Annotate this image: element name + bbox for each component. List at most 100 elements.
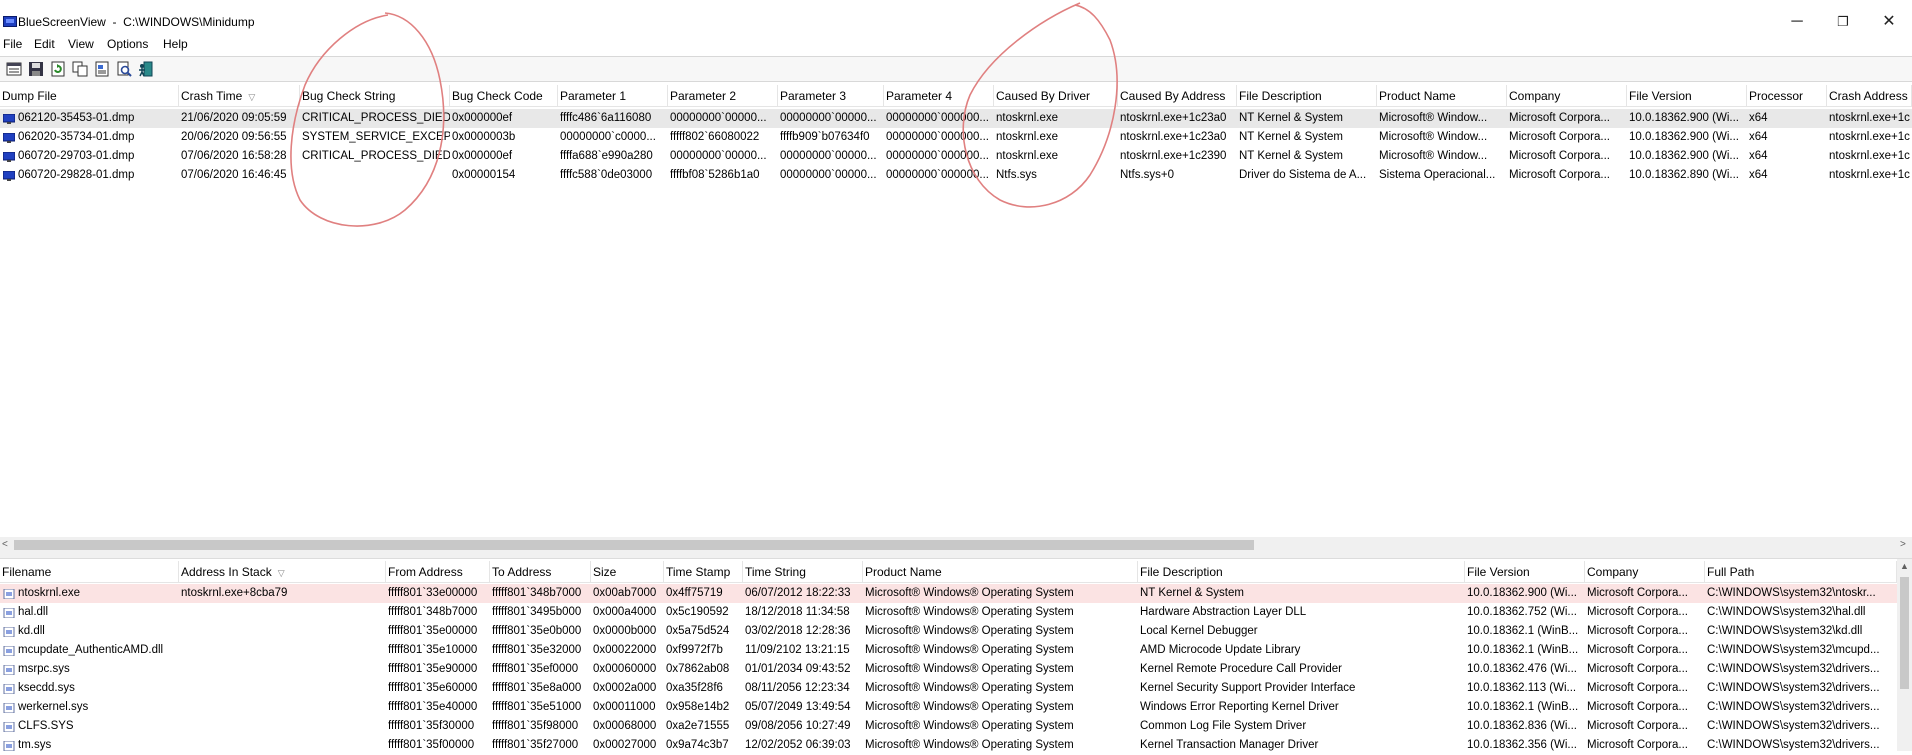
cell-file-version: 10.0.18362.1 (WinB... [1467, 701, 1579, 713]
cell-file-version: 10.0.18362.836 (Wi... [1467, 720, 1577, 732]
column-header-product-name[interactable]: Product Name [1377, 85, 1507, 107]
column-header-file-description[interactable]: File Description [1138, 561, 1465, 583]
pane-splitter[interactable] [0, 553, 1912, 559]
column-header-processor[interactable]: Processor [1747, 85, 1827, 107]
cell-parameter-2: fffff802`66080022 [670, 131, 760, 143]
bluescreenview-app-icon [3, 16, 17, 27]
save-icon[interactable] [28, 61, 44, 77]
column-header-crash-time[interactable]: Crash Time ▽ [179, 85, 300, 107]
driver-row[interactable]: mcupdate_AuthenticAMD.dll fffff801`35e100… [0, 641, 1912, 660]
column-header-file-version[interactable]: File Version [1465, 561, 1585, 583]
cell-product-name: Microsoft® Window... [1379, 131, 1488, 143]
copy-icon[interactable] [72, 61, 88, 77]
column-header-dump-file[interactable]: Dump File [0, 85, 179, 107]
driver-list-vertical-scrollbar[interactable]: ▲ [1897, 559, 1912, 751]
crash-dump-row[interactable]: 062020-35734-01.dmp 20/06/2020 09:56:55 SY… [0, 128, 1912, 147]
cell-company: Microsoft Corpora... [1587, 644, 1688, 656]
scroll-up-icon[interactable]: ▲ [1900, 561, 1909, 571]
find-icon[interactable] [116, 61, 132, 77]
column-header-company[interactable]: Company [1585, 561, 1705, 583]
menu-edit[interactable]: Edit [34, 37, 55, 51]
menu-options[interactable]: Options [107, 37, 148, 51]
cell-product-name: Microsoft® Windows® Operating System [865, 682, 1074, 694]
column-header-parameter-4[interactable]: Parameter 4 [884, 85, 994, 107]
cell-crash-address: ntoskrnl.exe+1c [1829, 112, 1910, 124]
driver-row[interactable]: kd.dll fffff801`35e00000 fffff801`35e0b000… [0, 622, 1912, 641]
refresh-icon[interactable] [50, 61, 66, 77]
column-header-file-description[interactable]: File Description [1237, 85, 1377, 107]
crash-dump-row[interactable]: 062120-35453-01.dmp 21/06/2020 09:05:59 CR… [0, 109, 1912, 128]
cell-time-stamp: 0x9a74c3b7 [666, 739, 729, 751]
properties-icon[interactable] [6, 61, 22, 77]
column-header-bug-check-code[interactable]: Bug Check Code [450, 85, 558, 107]
cell-dump-file: 060720-29828-01.dmp [18, 169, 135, 181]
scrollbar-thumb[interactable] [1900, 577, 1909, 689]
driver-row[interactable]: tm.sys fffff801`35f00000 fffff801`35f27000… [0, 736, 1912, 755]
column-header-caused-by-address[interactable]: Caused By Address [1118, 85, 1237, 107]
cell-to-address: fffff801`348b7000 [492, 587, 582, 599]
driver-row[interactable]: ksecdd.sys fffff801`35e60000 fffff801`35e8… [0, 679, 1912, 698]
cell-dump-file: 060720-29703-01.dmp [18, 150, 135, 162]
driver-list-header: Filename Address In Stack ▽ From Address To … [0, 561, 1912, 583]
cell-crash-address: ntoskrnl.exe+1c [1829, 131, 1910, 143]
cell-full-path: C:\WINDOWS\system32\drivers... [1707, 663, 1880, 675]
column-header-filename[interactable]: Filename [0, 561, 179, 583]
restore-button[interactable]: ❐ [1820, 8, 1866, 36]
cell-parameter-4: 00000000`000000... [886, 112, 989, 124]
column-header-crash-address[interactable]: Crash Address [1827, 85, 1912, 107]
column-header-to-address[interactable]: To Address [490, 561, 591, 583]
cell-to-address: fffff801`35ef0000 [492, 663, 579, 675]
cell-file-version: 10.0.18362.1 (WinB... [1467, 644, 1579, 656]
driver-row[interactable]: werkernel.sys fffff801`35e40000 fffff801`3… [0, 698, 1912, 717]
cell-from-address: fffff801`348b7000 [388, 606, 478, 618]
column-header-parameter-2[interactable]: Parameter 2 [668, 85, 778, 107]
exit-icon[interactable] [138, 61, 154, 77]
cell-from-address: fffff801`33e00000 [388, 587, 478, 599]
column-header-from-address[interactable]: From Address [386, 561, 490, 583]
column-header-label: Bug Check String [302, 89, 396, 103]
column-header-full-path[interactable]: Full Path [1705, 561, 1897, 583]
crash-list-horizontal-scrollbar[interactable]: < > [0, 537, 1912, 553]
minimize-button[interactable]: ─ [1774, 8, 1820, 36]
driver-row[interactable]: hal.dll fffff801`348b7000 fffff801`3495b00… [0, 603, 1912, 622]
crash-dump-row[interactable]: 060720-29703-01.dmp 07/06/2020 16:58:28 CR… [0, 147, 1912, 166]
cell-parameter-1: ffffc588`0de03000 [560, 169, 653, 181]
scroll-left-icon[interactable]: < [2, 539, 8, 550]
cell-file-version: 10.0.18362.900 (Wi... [1629, 131, 1739, 143]
column-header-file-version[interactable]: File Version [1627, 85, 1747, 107]
column-header-company[interactable]: Company [1507, 85, 1627, 107]
column-header-product-name[interactable]: Product Name [863, 561, 1138, 583]
cell-processor: x64 [1749, 169, 1768, 181]
cell-company: Microsoft Corpora... [1509, 112, 1610, 124]
column-header-time-stamp[interactable]: Time Stamp [664, 561, 743, 583]
menu-help[interactable]: Help [163, 37, 188, 51]
menu-view[interactable]: View [68, 37, 94, 51]
column-header-parameter-3[interactable]: Parameter 3 [778, 85, 884, 107]
cell-caused-by-address: ntoskrnl.exe+1c23a0 [1120, 131, 1227, 143]
column-header-label: Parameter 3 [780, 89, 847, 103]
column-header-bug-check-string[interactable]: Bug Check String [300, 85, 450, 107]
crash-dump-row[interactable]: 060720-29828-01.dmp 07/06/2020 16:46:45 0x… [0, 166, 1912, 185]
cell-product-name: Microsoft® Windows® Operating System [865, 587, 1074, 599]
close-button[interactable]: ✕ [1866, 8, 1912, 36]
menu-file[interactable]: File [3, 37, 22, 51]
html-report-icon[interactable] [94, 61, 110, 77]
column-header-caused-by-driver[interactable]: Caused By Driver [994, 85, 1118, 107]
cell-full-path: C:\WINDOWS\system32\drivers... [1707, 720, 1880, 732]
cell-parameter-4: 00000000`000000... [886, 131, 989, 143]
cell-crash-time: 07/06/2020 16:46:45 [181, 169, 287, 181]
scrollbar-thumb[interactable] [14, 540, 1254, 550]
column-header-parameter-1[interactable]: Parameter 1 [558, 85, 668, 107]
column-header-time-string[interactable]: Time String [743, 561, 863, 583]
cell-filename: werkernel.sys [18, 701, 89, 713]
driver-row[interactable]: msrpc.sys fffff801`35e90000 fffff801`35ef0… [0, 660, 1912, 679]
driver-row[interactable]: CLFS.SYS fffff801`35f30000 fffff801`35f980… [0, 717, 1912, 736]
cell-full-path: C:\WINDOWS\system32\hal.dll [1707, 606, 1866, 618]
column-header-address-in-stack[interactable]: Address In Stack ▽ [179, 561, 386, 583]
scroll-right-icon[interactable]: > [1900, 539, 1906, 550]
driver-row[interactable]: ntoskrnl.exe ntoskrnl.exe+8cba79 fffff801`… [0, 584, 1912, 603]
column-header-size[interactable]: Size [591, 561, 664, 583]
sort-indicator-icon: ▽ [248, 92, 256, 102]
cell-company: Microsoft Corpora... [1509, 150, 1610, 162]
window-title: BlueScreenView - C:\WINDOWS\Minidump [18, 15, 255, 29]
